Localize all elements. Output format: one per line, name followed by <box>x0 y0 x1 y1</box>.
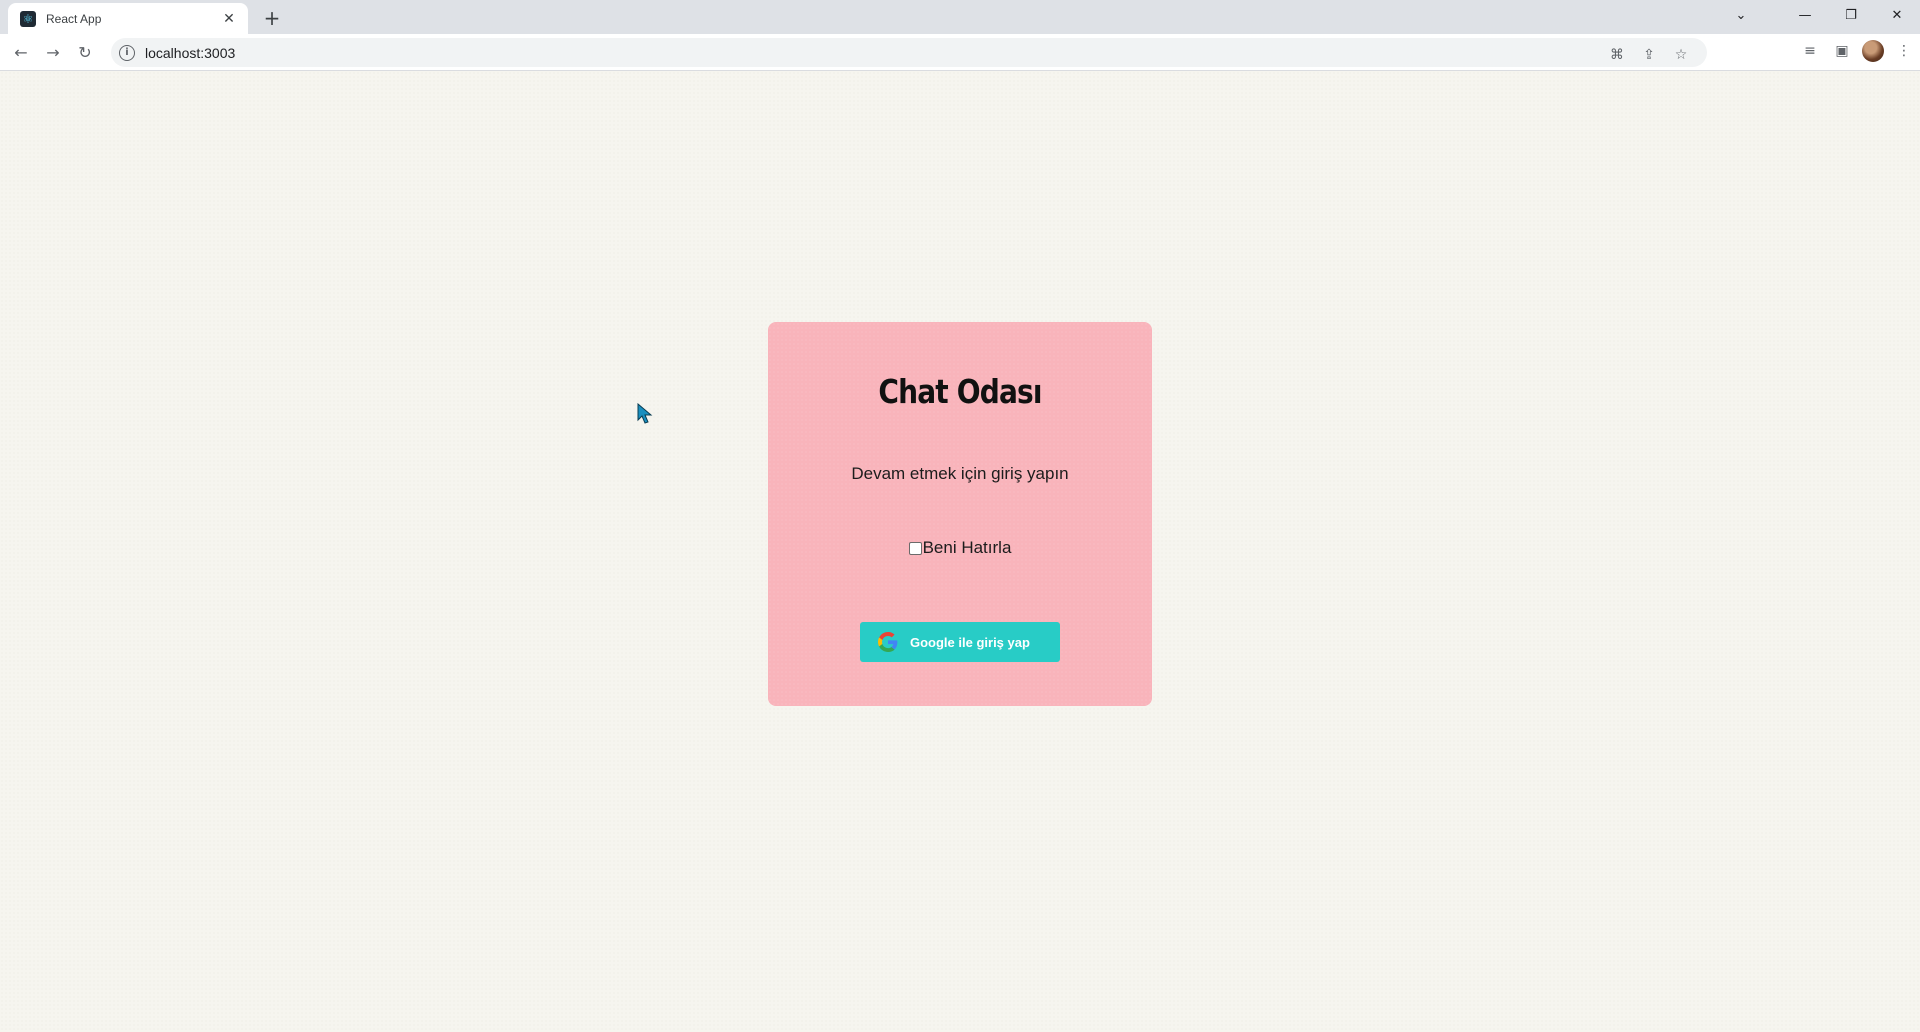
menu-kebab-icon[interactable]: ⋮ <box>1892 39 1916 63</box>
bookmark-star-icon[interactable]: ☆ <box>1669 43 1693 67</box>
minimize-button[interactable]: — <box>1782 0 1828 30</box>
remember-me-row[interactable]: Beni Hatırla <box>768 538 1152 558</box>
login-card: Chat Odası Devam etmek için giriş yapın … <box>768 322 1152 706</box>
remember-me-checkbox[interactable] <box>908 541 922 555</box>
url-text[interactable]: localhost:3003 <box>145 45 235 61</box>
address-bar[interactable]: i localhost:3003 ⌘ ⇪ ☆ <box>111 38 1707 67</box>
react-favicon-icon: ⚛ <box>20 10 36 27</box>
new-tab-button[interactable]: + <box>259 5 285 31</box>
page-viewport: Chat Odası Devam etmek için giriş yapın … <box>0 71 1920 1032</box>
translate-icon[interactable]: ⌘ <box>1605 43 1629 67</box>
remember-me-label[interactable]: Beni Hatırla <box>923 538 1012 558</box>
forward-icon[interactable]: → <box>40 39 66 65</box>
side-panel-icon[interactable]: ▣ <box>1830 39 1854 63</box>
browser-toolbar: ← → ↻ i localhost:3003 ⌘ ⇪ ☆ ≡ ▣ ⋮ <box>0 34 1920 71</box>
share-icon[interactable]: ⇪ <box>1637 43 1661 67</box>
card-title: Chat Odası <box>878 372 1042 411</box>
close-tab-icon[interactable]: ✕ <box>220 10 238 28</box>
media-controls-icon[interactable]: ≡ <box>1798 39 1822 63</box>
profile-avatar[interactable] <box>1862 40 1884 62</box>
mouse-cursor-icon <box>637 403 653 424</box>
browser-tab[interactable]: ⚛ React App ✕ <box>8 3 248 34</box>
google-signin-label: Google ile giriş yap <box>910 634 1030 650</box>
window-controls: ⌄ — ❐ ✕ <box>1718 0 1920 30</box>
reload-icon[interactable]: ↻ <box>72 39 98 65</box>
tab-search-icon[interactable]: ⌄ <box>1718 0 1764 30</box>
card-subtitle: Devam etmek için giriş yapın <box>851 464 1069 483</box>
close-window-button[interactable]: ✕ <box>1874 0 1920 30</box>
tab-title: React App <box>46 11 102 26</box>
site-info-icon[interactable]: i <box>119 44 135 61</box>
google-signin-button[interactable]: Google ile giriş yap <box>860 622 1060 662</box>
restore-button[interactable]: ❐ <box>1828 0 1874 30</box>
google-icon <box>868 622 908 662</box>
tab-strip: ⚛ React App ✕ + ⌄ — ❐ ✕ <box>0 0 1920 34</box>
back-icon[interactable]: ← <box>8 39 34 65</box>
